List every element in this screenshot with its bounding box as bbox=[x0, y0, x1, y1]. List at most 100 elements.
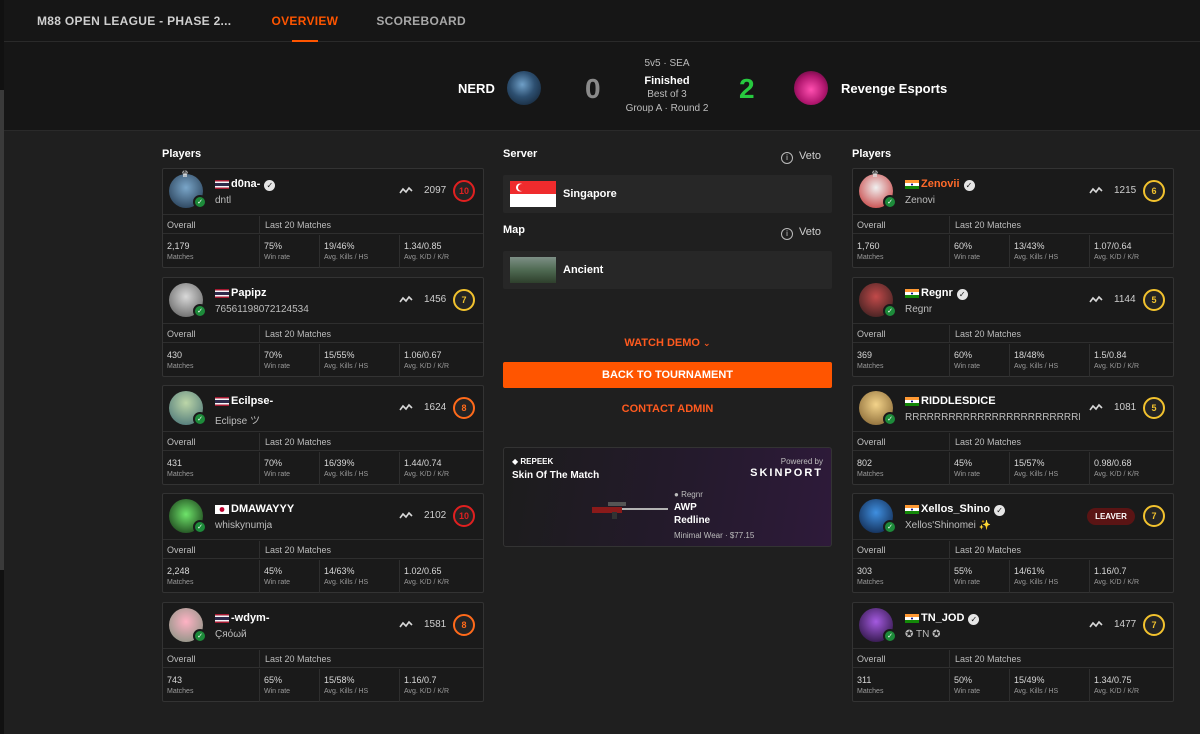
player-name[interactable]: Zenovii ✓ bbox=[921, 178, 975, 191]
player-nickname: whiskynumja bbox=[215, 520, 273, 531]
stats-values-row: 369 Matches 60% Win rate 18/48% Avg. Kills / … bbox=[853, 344, 1173, 377]
overall-label: Overall bbox=[857, 654, 886, 664]
skill-level-badge: 7 bbox=[1143, 614, 1165, 636]
stat-kd_kr: 1.16/0.7 Avg. K/D / K/R bbox=[404, 675, 449, 695]
stats-values-row: 430 Matches 70% Win rate 15/55% Avg. Kills / … bbox=[163, 344, 483, 377]
india-flag-icon bbox=[905, 180, 919, 189]
player-card[interactable]: ✓ Papipz 76561198072124534 1456 7 Overall Last… bbox=[162, 277, 484, 377]
last20-label: Last 20 Matches bbox=[955, 329, 1022, 339]
player-card-header: ✓ TN_JOD ✓ ✪ TN ✪ 1477 7 bbox=[853, 603, 1173, 649]
player-name[interactable]: Papipz bbox=[231, 287, 266, 299]
skill-level-badge: 8 bbox=[453, 397, 475, 419]
stat-matches: 743 Matches bbox=[163, 669, 260, 702]
player-card[interactable]: ✓ Xellos_Shino ✓ Xellos'Shinomei ✨ LEAVER 7 Ov… bbox=[852, 493, 1174, 593]
repeek-brand: ◆ REPEEK bbox=[512, 457, 554, 466]
watch-demo-button[interactable]: WATCH DEMO ⌄ bbox=[503, 337, 832, 349]
team2-players-title: Players bbox=[852, 148, 892, 160]
player-card[interactable]: ✓ -wdym- Çяόωй 1581 8 Overall Last 20 Matches 7… bbox=[162, 602, 484, 702]
map-veto-button[interactable]: i Veto bbox=[781, 226, 821, 240]
stat-winrate: 60% Win rate bbox=[950, 344, 1010, 377]
stat-winrate: 65% Win rate bbox=[260, 669, 320, 702]
map-thumbnail bbox=[510, 257, 556, 283]
stat-winrate: 60% Win rate bbox=[950, 235, 1010, 268]
stat-winrate: 70% Win rate bbox=[260, 452, 320, 485]
team1-name[interactable]: NERD bbox=[458, 81, 495, 96]
india-flag-icon bbox=[905, 397, 919, 406]
team2-name[interactable]: Revenge Esports bbox=[841, 81, 947, 96]
skill-level-badge: 7 bbox=[453, 289, 475, 311]
player-name[interactable]: Xellos_Shino ✓ bbox=[921, 503, 1006, 516]
stat-matches: 303 Matches bbox=[853, 560, 950, 593]
player-name[interactable]: -wdym- bbox=[231, 612, 270, 624]
player-card[interactable]: ♛ ✓ Zenovii ✓ Zenovi 1215 6 Overall Last 20 Matc… bbox=[852, 168, 1174, 268]
player-elo: 1624 bbox=[424, 402, 447, 413]
last20-label: Last 20 Matches bbox=[955, 220, 1022, 230]
player-name[interactable]: RIDDLESDICE bbox=[921, 395, 996, 407]
sotm-title: Skin Of The Match bbox=[512, 470, 600, 481]
avatar-icon: ● bbox=[674, 490, 679, 499]
stats-header-row: Overall Last 20 Matches bbox=[163, 433, 483, 451]
india-flag-icon bbox=[905, 505, 919, 514]
chevron-down-icon: ⌄ bbox=[703, 338, 711, 348]
stat-matches: 2,248 Matches bbox=[163, 560, 260, 593]
league-title[interactable]: M88 OPEN LEAGUE - PHASE 2... bbox=[37, 0, 231, 42]
contact-admin-button[interactable]: CONTACT ADMIN bbox=[503, 403, 832, 415]
match-group: Group A · Round 2 bbox=[625, 103, 709, 114]
india-flag-icon bbox=[905, 614, 919, 623]
thailand-flag-icon bbox=[215, 614, 229, 623]
player-name[interactable]: d0na- ✓ bbox=[231, 178, 276, 191]
elo-trend-icon bbox=[399, 186, 413, 194]
elo-trend-icon bbox=[399, 295, 413, 303]
tab-overview[interactable]: OVERVIEW bbox=[271, 0, 338, 42]
skin-of-the-match-card[interactable]: ◆ REPEEK Skin Of The Match Powered by SK… bbox=[503, 447, 832, 547]
stats-values-row: 311 Matches 50% Win rate 15/49% Avg. Kills / … bbox=[853, 669, 1173, 702]
thailand-flag-icon bbox=[215, 289, 229, 298]
tab-scoreboard[interactable]: SCOREBOARD bbox=[376, 0, 466, 42]
team2-logo[interactable] bbox=[794, 71, 828, 105]
overall-label: Overall bbox=[167, 220, 196, 230]
player-card[interactable]: ✓ Regnr ✓ Regnr 1144 5 Overall Last 20 Matches 3… bbox=[852, 277, 1174, 377]
sotm-wear-price: Minimal Wear · $77.15 bbox=[674, 531, 755, 540]
player-card[interactable]: ✓ TN_JOD ✓ ✪ TN ✪ 1477 7 Overall Last 20 Matche… bbox=[852, 602, 1174, 702]
player-card[interactable]: ✓ RIDDLESDICE RRRRRRRRRRRRRRRRRRRRRRRRRRR.… bbox=[852, 385, 1174, 485]
player-elo: 1081 bbox=[1114, 402, 1137, 413]
verified-icon: ✓ bbox=[264, 180, 276, 191]
player-card[interactable]: ✓ DMAWAYYY whiskynumja 2102 10 Overall Last 20… bbox=[162, 493, 484, 593]
stats-values-row: 303 Matches 55% Win rate 14/61% Avg. Kills / … bbox=[853, 560, 1173, 593]
stats-values-row: 743 Matches 65% Win rate 15/58% Avg. Kills / … bbox=[163, 669, 483, 702]
player-name[interactable]: DMAWAYYY bbox=[231, 503, 294, 515]
server-veto-button[interactable]: i Veto bbox=[781, 150, 821, 164]
stat-winrate: 45% Win rate bbox=[260, 560, 320, 593]
stat-matches: 311 Matches bbox=[853, 669, 950, 702]
shield-icon: ✓ bbox=[883, 304, 897, 318]
stats-header-row: Overall Last 20 Matches bbox=[163, 325, 483, 343]
info-icon: i bbox=[781, 228, 793, 240]
player-name[interactable]: Regnr ✓ bbox=[921, 287, 968, 300]
overall-label: Overall bbox=[167, 545, 196, 555]
player-elo: 1477 bbox=[1114, 619, 1137, 630]
stat-kd_kr: 1.34/0.85 Avg. K/D / K/R bbox=[404, 241, 449, 261]
stats-values-row: 2,179 Matches 75% Win rate 19/46% Avg. Kills … bbox=[163, 235, 483, 268]
player-card-header: ✓ Papipz 76561198072124534 1456 7 bbox=[163, 278, 483, 324]
back-to-tournament-button[interactable]: BACK TO TOURNAMENT bbox=[503, 362, 832, 388]
player-nickname: Regnr bbox=[905, 304, 933, 315]
shield-icon: ✓ bbox=[883, 195, 897, 209]
stats-header-row: Overall Last 20 Matches bbox=[163, 650, 483, 668]
stat-kd_kr: 1.07/0.64 Avg. K/D / K/R bbox=[1094, 241, 1139, 261]
team1-logo[interactable] bbox=[507, 71, 541, 105]
player-name[interactable]: TN_JOD ✓ bbox=[921, 612, 980, 625]
stat-kills_hs: 15/49% Avg. Kills / HS bbox=[1010, 669, 1090, 702]
japan-flag-icon bbox=[215, 505, 229, 514]
stat-kills_hs: 15/57% Avg. Kills / HS bbox=[1010, 452, 1090, 485]
overall-label: Overall bbox=[857, 220, 886, 230]
overall-label: Overall bbox=[857, 329, 886, 339]
player-card[interactable]: ✓ Ecilpse- Eclipse ツ 1624 8 Overall Last 20 Ma… bbox=[162, 385, 484, 485]
stats-header-row: Overall Last 20 Matches bbox=[853, 541, 1173, 559]
shield-icon: ✓ bbox=[193, 520, 207, 534]
player-card[interactable]: ♛ ✓ d0na- ✓ dntl 2097 10 Overall Last 20 Matches… bbox=[162, 168, 484, 268]
veto-label: Veto bbox=[799, 150, 822, 162]
player-name[interactable]: Ecilpse- bbox=[231, 395, 273, 407]
match-format: 5v5 · SEA bbox=[644, 58, 690, 69]
player-elo: 2097 bbox=[424, 185, 447, 196]
elo-trend-icon bbox=[1089, 295, 1103, 303]
